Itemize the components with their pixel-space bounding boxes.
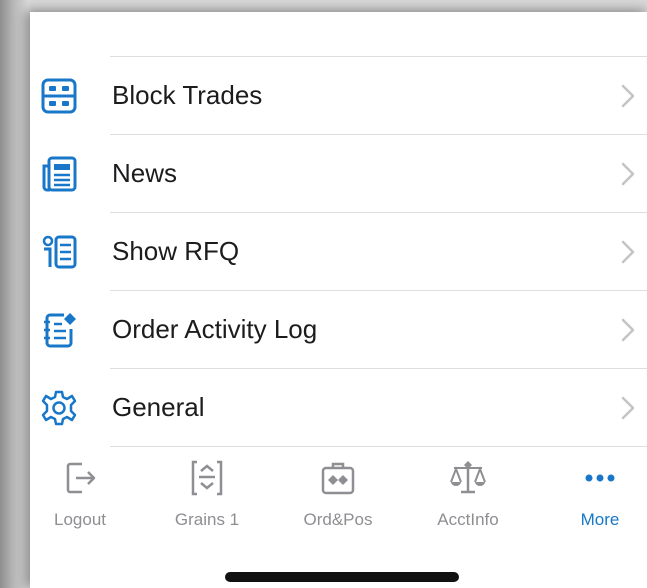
device-frame: Block Trades News Show RFQ Order Activit…: [0, 0, 647, 588]
home-indicator[interactable]: [225, 572, 459, 582]
tab-bar: Logout Grains 1 Ord&Pos AcctInfo More: [30, 448, 647, 548]
menu-item-label: Block Trades: [112, 80, 263, 110]
more-dots-icon: [585, 474, 615, 482]
menu-item-label: News: [112, 158, 178, 188]
tab-label: Grains 1: [174, 510, 240, 529]
more-screen: Block Trades News Show RFQ Order Activit…: [30, 12, 647, 588]
rfq-icon: [42, 235, 77, 269]
block-trades-icon: [41, 78, 77, 114]
scales-icon: [450, 461, 486, 494]
tab-acctinfo[interactable]: AcctInfo: [408, 448, 528, 538]
order-activity-log-icon: [44, 313, 76, 348]
chevron-right-icon: [621, 318, 635, 342]
menu-item-news[interactable]: News: [42, 135, 647, 213]
menu-item-order-activity-log[interactable]: Order Activity Log: [44, 291, 647, 369]
grains-icon: [191, 460, 223, 496]
menu-item-general[interactable]: General: [41, 369, 647, 447]
chevron-right-icon: [621, 240, 635, 264]
menu-item-label: Show RFQ: [112, 236, 240, 266]
tab-label: AcctInfo: [437, 510, 499, 529]
menu-item-block-trades[interactable]: Block Trades: [41, 57, 647, 135]
tab-ord-pos[interactable]: Ord&Pos: [278, 448, 398, 538]
ord-pos-icon: [321, 462, 355, 495]
news-icon: [42, 156, 77, 192]
chevron-right-icon: [621, 84, 635, 108]
more-menu-list: Block Trades News Show RFQ Order Activit…: [30, 57, 647, 447]
menu-item-label: Order Activity Log: [112, 314, 318, 344]
logout-icon: [66, 462, 96, 494]
gear-icon: [41, 390, 77, 426]
chevron-right-icon: [621, 162, 635, 186]
tab-label: Ord&Pos: [303, 510, 373, 529]
tab-more[interactable]: More: [540, 448, 647, 538]
tab-logout[interactable]: Logout: [20, 448, 140, 538]
menu-item-label: General: [112, 392, 205, 422]
tab-label: Logout: [54, 510, 106, 529]
chevron-right-icon: [621, 396, 635, 420]
tab-label: More: [580, 510, 620, 529]
tab-grains-1[interactable]: Grains 1: [147, 448, 267, 538]
menu-item-show-rfq[interactable]: Show RFQ: [42, 213, 647, 291]
